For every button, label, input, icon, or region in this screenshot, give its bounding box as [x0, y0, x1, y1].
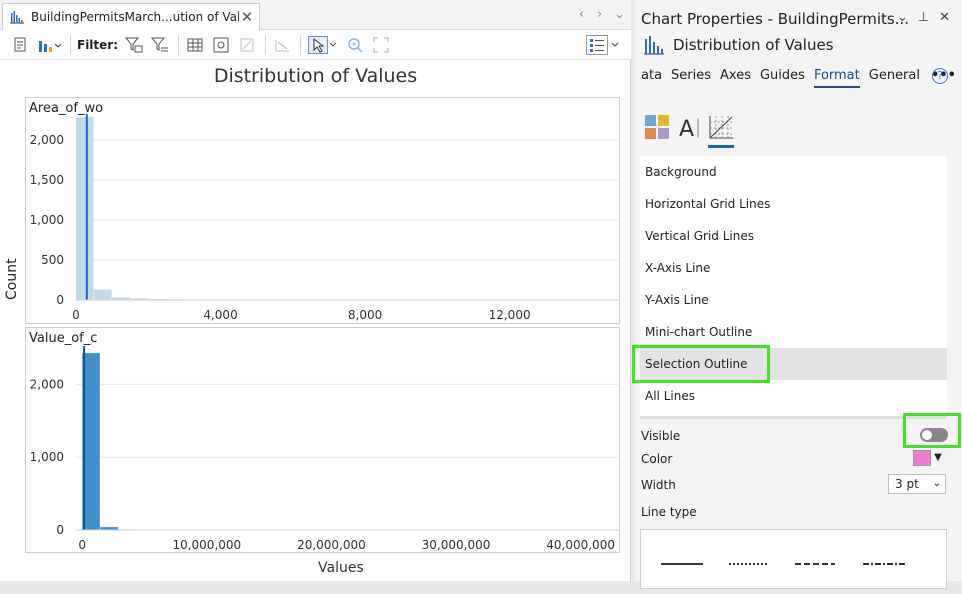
- toolbar-divider: [70, 35, 71, 55]
- width-label: Width: [641, 478, 676, 492]
- color-picker[interactable]: ▼: [913, 450, 946, 468]
- color-swatch: [913, 450, 931, 466]
- tab-list-dropdown-icon[interactable]: ⌄: [614, 7, 625, 22]
- x-tick-label: 40,000,000: [546, 538, 615, 552]
- y-tick-label: 1,500: [30, 173, 64, 187]
- close-pane-icon[interactable]: ✕: [939, 10, 950, 25]
- x-axis-title: Values: [318, 560, 364, 576]
- x-tick-label: 10,000,000: [172, 538, 241, 552]
- help-icon[interactable]: ?: [932, 68, 948, 84]
- list-item-mini-chart-outline[interactable]: Mini-chart Outline: [640, 316, 947, 348]
- filter-selection-icon[interactable]: [150, 35, 170, 55]
- format-lines-icon[interactable]: [708, 114, 734, 148]
- line-type-gallery: [640, 529, 947, 589]
- pin-icon[interactable]: ⊥: [918, 10, 929, 25]
- clear-selection-icon[interactable]: [237, 35, 257, 55]
- histogram-bar: [76, 117, 94, 300]
- properties-tabs: ata Series Axes Guides Format General ••…: [641, 68, 956, 88]
- x-tick-label: 4,000: [203, 308, 237, 322]
- tab-scroll-right-icon[interactable]: ›: [597, 7, 602, 22]
- toolbar-divider: [178, 35, 179, 55]
- legend-dropdown-icon[interactable]: [585, 35, 623, 55]
- chart-title: Distribution of Values: [0, 65, 631, 87]
- filter-extent-icon[interactable]: [124, 35, 144, 55]
- x-tick-label: 8,000: [348, 308, 382, 322]
- y-tick-label: 0: [56, 293, 64, 307]
- chart-properties-icon[interactable]: [10, 35, 30, 55]
- y-tick-label: 2,000: [30, 133, 64, 147]
- list-item-vertical-grid-lines[interactable]: Vertical Grid Lines: [640, 220, 947, 252]
- y-tick-label: 2,000: [30, 377, 64, 391]
- y-axis-title: Count: [4, 258, 20, 300]
- y-tick-label: 1,000: [30, 450, 64, 464]
- toolbar-divider: [300, 35, 301, 55]
- filter-label: Filter:: [77, 38, 118, 52]
- svg-text:A: A: [679, 117, 694, 140]
- tab-scroll-left-icon[interactable]: ‹: [579, 7, 584, 22]
- pane-options-dropdown-icon[interactable]: ⌄: [897, 10, 908, 25]
- zoom-to-selection-icon[interactable]: [211, 35, 231, 55]
- highlight-visible-toggle: [903, 413, 961, 448]
- format-text-icon[interactable]: A: [676, 114, 702, 148]
- format-symbols-icon[interactable]: [644, 114, 670, 148]
- chevron-down-icon: ▼: [931, 450, 945, 468]
- full-extent-icon[interactable]: [371, 35, 391, 55]
- line-type-label: Line type: [641, 505, 697, 519]
- mini-chart-area-of-wo[interactable]: Area_of_wo 0 500 1,000 1,500 2,000 4,000 8,000…: [25, 97, 620, 324]
- width-select[interactable]: 3 pt ⌄: [888, 474, 946, 494]
- mini-chart-label: Value_of_c: [29, 331, 97, 346]
- histogram-value-of-c: 0 1,000 2,000 0 10,000,000 20,000,000 30,000,0…: [26, 328, 619, 552]
- pane-controls: ⌄ ⊥ ✕: [897, 10, 950, 25]
- pane-title: Chart Properties - BuildingPermits...: [641, 10, 909, 28]
- tab-axes[interactable]: Axes: [720, 68, 751, 88]
- highlight-selection-outline: [632, 345, 770, 383]
- trend-line-icon[interactable]: [272, 35, 292, 55]
- document-tab-title: BuildingPermitsMarch...ution of Values: [31, 10, 239, 24]
- tab-guides[interactable]: Guides: [760, 68, 805, 88]
- tab-format[interactable]: Format: [814, 68, 860, 88]
- y-tick-label: 1,000: [30, 213, 64, 227]
- chart-toolbar: Filter:: [0, 30, 631, 60]
- select-tool-dropdown-icon[interactable]: [307, 35, 339, 55]
- chart-histogram-icon: [9, 10, 25, 24]
- chart-view-pane: BuildingPermitsMarch...ution of Values ✕…: [0, 0, 631, 581]
- document-tab[interactable]: BuildingPermitsMarch...ution of Values ✕: [2, 3, 260, 30]
- histogram-area-of-wo: 0 500 1,000 1,500 2,000 4,000 8,000 12,000 0: [26, 98, 619, 323]
- y-tick-label: 0: [56, 523, 64, 537]
- chart-name-header: Distribution of Values: [643, 35, 834, 55]
- list-item-x-axis-line[interactable]: X-Axis Line: [640, 252, 947, 284]
- add-chart-dropdown-icon[interactable]: [36, 35, 62, 55]
- toolbar-divider: [265, 35, 266, 55]
- format-subtabs: A: [644, 114, 734, 148]
- chart-properties-pane: Chart Properties - BuildingPermits... ⌄ …: [635, 0, 962, 581]
- tab-data[interactable]: ata: [641, 68, 662, 88]
- list-item-horizontal-grid-lines[interactable]: Horizontal Grid Lines: [640, 188, 947, 220]
- chevron-down-icon: ⌄: [933, 475, 941, 493]
- x-tick-label: 30,000,000: [422, 538, 491, 552]
- y-tick-label: 500: [41, 253, 64, 267]
- list-item-all-lines[interactable]: All Lines: [640, 380, 947, 412]
- x-tick-label: 12,000: [489, 308, 531, 322]
- x-tick-label: 0: [78, 538, 86, 552]
- tab-series[interactable]: Series: [671, 68, 711, 88]
- document-tabbar: BuildingPermitsMarch...ution of Values ✕…: [0, 0, 631, 30]
- x-tick-label: 0: [72, 308, 80, 322]
- list-item-background[interactable]: Background: [640, 156, 947, 188]
- list-item-y-axis-line[interactable]: Y-Axis Line: [640, 284, 947, 316]
- mini-chart-label: Area_of_wo: [29, 101, 103, 116]
- chart-histogram-icon: [643, 35, 665, 55]
- width-value: 3 pt: [895, 477, 919, 491]
- table-view-icon[interactable]: [185, 35, 205, 55]
- chart-name-label: Distribution of Values: [673, 36, 834, 54]
- tab-general[interactable]: General: [869, 68, 920, 88]
- color-label: Color: [641, 452, 672, 466]
- histogram-bar: [94, 290, 112, 300]
- mini-chart-value-of-c[interactable]: Value_of_c 0 1,000 2,000 0 10,000,000 20,000,…: [25, 327, 620, 553]
- close-tab-icon[interactable]: ✕: [239, 8, 255, 26]
- x-tick-label: 20,000,000: [297, 538, 366, 552]
- zoom-in-icon[interactable]: [345, 35, 365, 55]
- visible-label: Visible: [641, 429, 680, 443]
